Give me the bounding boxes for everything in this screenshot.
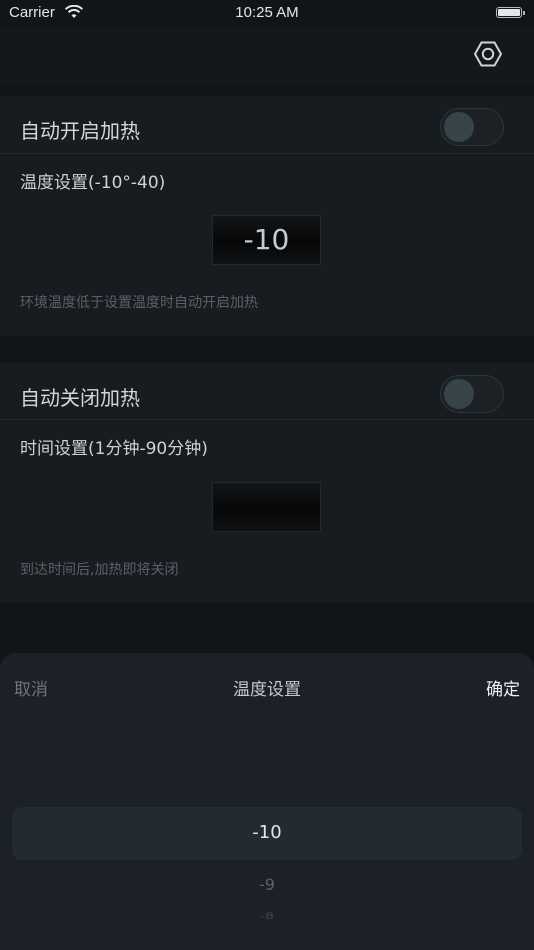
auto-heat-off-label: 自动关闭加热 (20, 386, 140, 410)
status-time: 10:25 AM (235, 4, 299, 21)
temperature-setting-label: 温度设置(-10°-40) (20, 173, 166, 193)
battery-icon (496, 7, 525, 18)
auto-heat-off-card: 自动关闭加热 时间设置(1分钟-90分钟) 到达时间后,加热即将关闭 (0, 363, 534, 603)
toggle-knob (444, 379, 474, 409)
divider (0, 153, 534, 154)
time-value-field[interactable] (212, 482, 321, 532)
settings-icon[interactable] (472, 38, 504, 70)
time-setting-label: 时间设置(1分钟-90分钟) (20, 439, 208, 459)
auto-heat-off-toggle[interactable] (440, 375, 504, 413)
auto-heat-on-card: 自动开启加热 温度设置(-10°-40) -10 环境温度低于设置温度时自动开启… (0, 96, 534, 336)
nav-bar (0, 28, 534, 83)
picker-option[interactable]: -8 (0, 912, 534, 919)
auto-heat-on-toggle[interactable] (440, 108, 504, 146)
status-bar: Carrier 10:25 AM (0, 0, 534, 28)
toggle-knob (444, 112, 474, 142)
temperature-value-field[interactable]: -10 (212, 215, 321, 265)
temperature-hint: 环境温度低于设置温度时自动开启加热 (20, 295, 258, 311)
divider (0, 419, 534, 420)
auto-heat-on-label: 自动开启加热 (20, 119, 140, 143)
picker-title: 温度设置 (233, 680, 301, 700)
picker-option-selected[interactable]: -10 (0, 822, 534, 843)
time-hint: 到达时间后,加热即将关闭 (20, 562, 179, 578)
picker-option[interactable]: -9 (0, 875, 534, 894)
temperature-picker-sheet: 取消 温度设置 确定 -10 -9 -8 (0, 653, 534, 950)
confirm-button[interactable]: 确定 (486, 675, 520, 700)
